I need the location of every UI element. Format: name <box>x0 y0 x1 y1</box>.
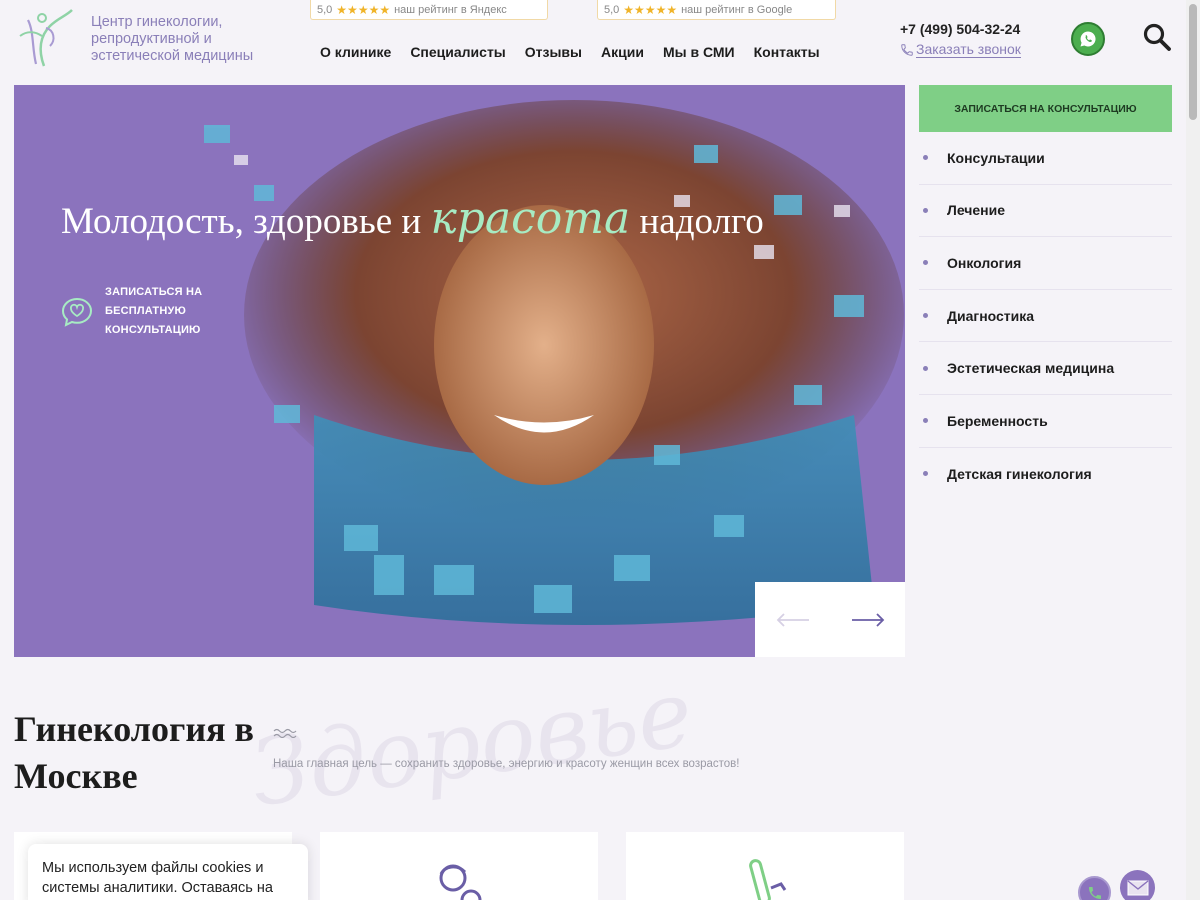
logo-text: Центр гинекологии, репродуктивной и эсте… <box>91 14 254 64</box>
floating-mail-button[interactable] <box>1120 870 1155 900</box>
slider-controls <box>755 582 905 657</box>
menu-item-consultations[interactable]: Консультации <box>919 132 1172 185</box>
nav-about[interactable]: О клинике <box>320 44 391 60</box>
whatsapp-button[interactable] <box>1071 22 1105 56</box>
hero-title-accent: красота <box>430 193 631 244</box>
yandex-rating-badge[interactable]: 5,0 ★★★★★ наш рейтинг в Яндекс <box>310 0 548 20</box>
arrow-left-icon[interactable] <box>776 612 810 627</box>
chat-heart-icon <box>61 297 93 327</box>
phone-icon <box>1088 886 1101 899</box>
nav-media[interactable]: Мы в СМИ <box>663 44 735 60</box>
bullet-icon <box>923 207 928 213</box>
menu-item-label: Лечение <box>947 202 1006 219</box>
cookie-banner: Мы используем файлы cookies и системы ан… <box>28 844 308 900</box>
service-card[interactable] <box>626 832 904 900</box>
section-description: Наша главная цель — сохранить здоровье, … <box>273 758 740 770</box>
menu-item-diagnostics[interactable]: Диагностика <box>919 290 1172 343</box>
phone-icon <box>901 43 913 56</box>
menu-item-label: Диагностика <box>947 307 1035 324</box>
section-watermark: Здоровье <box>244 659 699 828</box>
clinic-logo[interactable]: Центр гинекологии, репродуктивной и эсте… <box>14 6 281 70</box>
menu-item-pediatric[interactable]: Детская гинекология <box>919 448 1172 501</box>
logo-icon <box>19 9 73 67</box>
nav-contacts[interactable]: Контакты <box>754 44 820 60</box>
scrollbar-thumb[interactable] <box>1189 4 1197 120</box>
medical-tool-icon <box>749 859 787 900</box>
hero-title: Молодость, здоровье и красота надолго <box>61 193 764 244</box>
whatsapp-icon <box>1080 31 1096 47</box>
woman-icon <box>439 864 482 900</box>
bullet-icon <box>923 155 928 161</box>
menu-item-label: Онкология <box>947 254 1022 271</box>
google-rating-badge[interactable]: 5,0 ★★★★★ наш рейтинг в Google <box>597 0 836 20</box>
hero-title-part: надолго <box>630 201 764 242</box>
nav-reviews[interactable]: Отзывы <box>525 44 582 60</box>
menu-item-label: Консультации <box>947 149 1045 166</box>
main-nav: О клинике Специалисты Отзывы Акции Мы в … <box>320 44 820 60</box>
nav-specialists[interactable]: Специалисты <box>410 44 505 60</box>
rating-label: наш рейтинг в Google <box>681 3 793 16</box>
floating-call-button[interactable] <box>1078 876 1111 900</box>
rating-stars: ★★★★★ <box>623 2 678 17</box>
bullet-icon <box>923 471 928 477</box>
rating-stars: ★★★★★ <box>336 2 391 17</box>
hero-title-part: Молодость, здоровье и <box>61 201 431 242</box>
page-scrollbar[interactable] <box>1186 0 1200 900</box>
menu-item-label: Эстетическая медицина <box>947 360 1115 377</box>
bullet-icon <box>923 365 928 371</box>
rating-score: 5,0 <box>317 3 333 16</box>
arrow-right-icon[interactable] <box>851 612 885 627</box>
hero-mosaic-image <box>204 100 904 625</box>
menu-item-label: Беременность <box>947 412 1048 429</box>
wave-icon <box>273 728 297 738</box>
rating-score: 5,0 <box>604 3 620 16</box>
book-consultation-button[interactable]: ЗАПИСАТЬСЯ НА КОНСУЛЬТАЦИЮ <box>919 85 1172 132</box>
bullet-icon <box>923 313 928 319</box>
cookie-text: Мы используем файлы cookies и системы ан… <box>42 860 273 896</box>
menu-item-label: Детская гинекология <box>947 465 1092 482</box>
bullet-icon <box>923 418 928 424</box>
cta-label: ЗАПИСАТЬСЯ НА БЕСПЛАТНУЮ КОНСУЛЬТАЦИЮ <box>105 286 203 336</box>
menu-item-aesthetic[interactable]: Эстетическая медицина <box>919 342 1172 395</box>
phone-number[interactable]: +7 (499) 504-32-24 <box>900 21 1020 37</box>
callback-label: Заказать звонок <box>916 41 1021 58</box>
hero-banner: Молодость, здоровье и красота надолго ЗА… <box>14 85 905 657</box>
menu-item-oncology[interactable]: Онкология <box>919 237 1172 290</box>
menu-item-treatment[interactable]: Лечение <box>919 185 1172 238</box>
free-consultation-link[interactable]: ЗАПИСАТЬСЯ НА БЕСПЛАТНУЮ КОНСУЛЬТАЦИЮ <box>61 283 275 340</box>
search-icon <box>1143 23 1171 51</box>
service-card[interactable] <box>320 832 598 900</box>
rating-label: наш рейтинг в Яндекс <box>394 3 507 16</box>
services-menu: Консультации Лечение Онкология Диагности… <box>919 132 1172 500</box>
search-button[interactable] <box>1142 22 1172 52</box>
mail-icon <box>1127 879 1148 895</box>
bullet-icon <box>923 260 928 266</box>
callback-link[interactable]: Заказать звонок <box>900 41 1021 58</box>
nav-promotions[interactable]: Акции <box>601 44 644 60</box>
menu-item-pregnancy[interactable]: Беременность <box>919 395 1172 448</box>
section-title: Гинекология в Москве <box>14 709 254 796</box>
